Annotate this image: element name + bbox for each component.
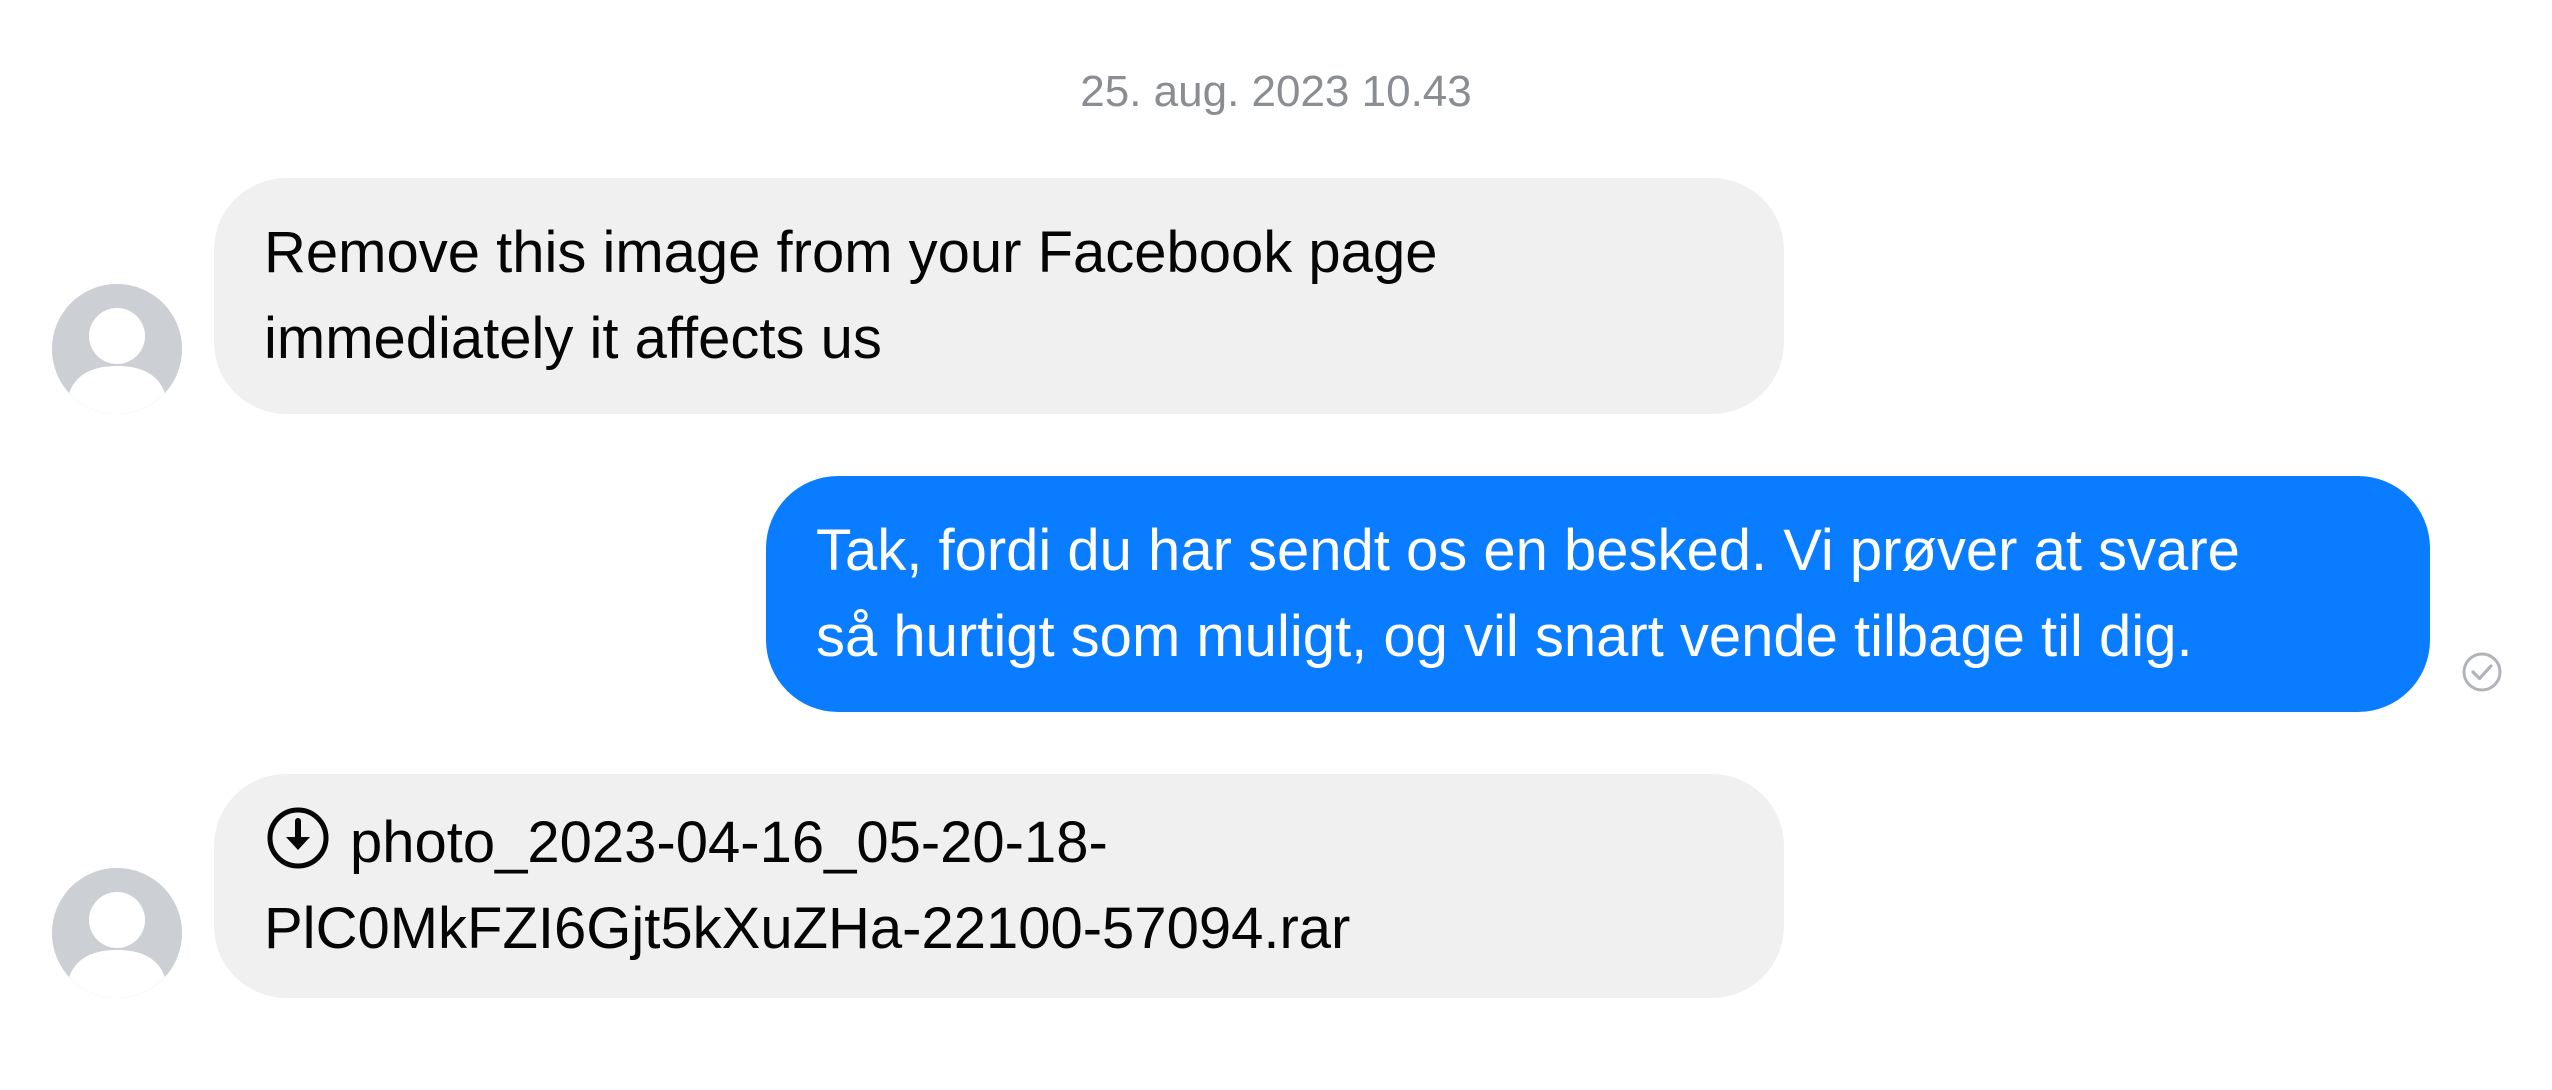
message-text-line: Tak, fordi du har sendt os en besked. Vi… bbox=[816, 518, 2240, 583]
attachment-filename-line[interactable]: photo_2023-04-16_05-20-18- bbox=[264, 800, 1734, 886]
attachment-filename-part: PlC0MkFZI6Gjt5kXuZHa-22100-57094.rar bbox=[264, 896, 1351, 961]
message-timestamp: 25. aug. 2023 10.43 bbox=[1080, 67, 1472, 116]
message-text-line: immediately it affects us bbox=[264, 306, 882, 371]
outgoing-message-bubble[interactable]: Tak, fordi du har sendt os en besked. Vi… bbox=[766, 476, 2430, 712]
attachment-filename-part: photo_2023-04-16_05-20-18- bbox=[350, 810, 1108, 875]
attachment-message-bubble[interactable]: photo_2023-04-16_05-20-18- PlC0MkFZI6Gjt… bbox=[214, 774, 1784, 998]
message-text-line: så hurtigt som muligt, og vil snart vend… bbox=[816, 604, 2193, 669]
message-text-line: Remove this image from your Facebook pag… bbox=[264, 220, 1438, 285]
seen-check-icon bbox=[2462, 652, 2502, 692]
incoming-message-bubble[interactable]: Remove this image from your Facebook pag… bbox=[214, 178, 1784, 414]
sender-avatar[interactable] bbox=[52, 284, 182, 414]
default-profile-icon bbox=[52, 284, 182, 414]
sender-avatar[interactable] bbox=[52, 868, 182, 998]
default-profile-icon bbox=[52, 868, 182, 998]
download-icon[interactable] bbox=[264, 804, 332, 872]
